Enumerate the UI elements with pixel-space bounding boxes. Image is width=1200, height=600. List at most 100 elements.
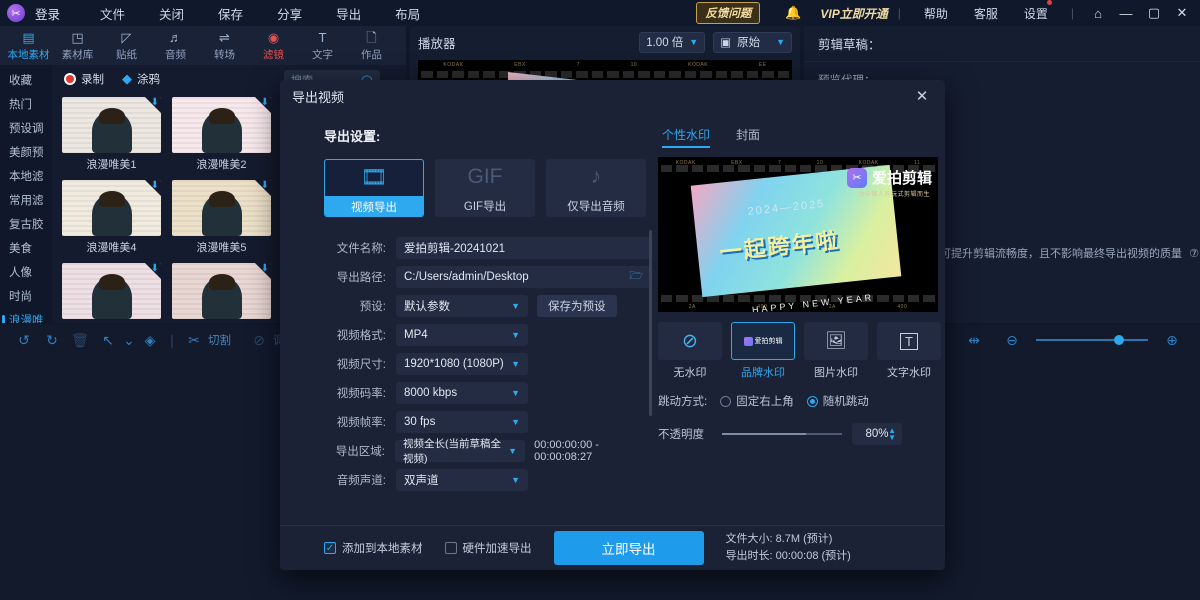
zoom-out-icon[interactable]: ⊖: [998, 332, 1026, 349]
watermark-image[interactable]: 🖼 图片水印: [804, 322, 868, 380]
video-framerate-select[interactable]: 30 fps ▼: [396, 411, 528, 433]
export-range-select[interactable]: 视频全长(当前草稿全视频) ▼: [395, 440, 525, 462]
tab-filter[interactable]: ◉ 滤镜: [249, 30, 298, 62]
watermark-none[interactable]: ⊘ 无水印: [658, 322, 722, 380]
help-link[interactable]: 帮助: [924, 5, 948, 22]
maximize-button[interactable]: ▢: [1140, 0, 1168, 26]
opacity-slider[interactable]: [722, 433, 842, 435]
speed-select[interactable]: 1.00 倍 ▼: [639, 32, 705, 53]
chevron-down-icon[interactable]: ⌄: [122, 332, 136, 349]
dialog-close-icon[interactable]: ✕: [911, 85, 933, 107]
login-button[interactable]: 登录: [35, 4, 60, 23]
radio-random-jump[interactable]: [807, 396, 818, 407]
filter-item[interactable]: ⬇: [62, 263, 161, 319]
speed-icon[interactable]: ⊘: [245, 332, 273, 349]
sidebar-item-fashion[interactable]: 时尚: [0, 285, 52, 309]
menu-item-export[interactable]: 导出: [336, 4, 361, 23]
tab-text[interactable]: T 文字: [298, 30, 347, 62]
filter-item[interactable]: ⬇ 浪漫唯美2: [172, 97, 271, 172]
video-size-select[interactable]: 1920*1080 (1080P) ▼: [396, 353, 528, 375]
export-now-button[interactable]: 立即导出: [554, 531, 704, 565]
menu-item-share[interactable]: 分享: [277, 4, 302, 23]
sidebar-item-hot[interactable]: 热门: [0, 93, 52, 117]
help-icon[interactable]: ⑦: [1189, 248, 1199, 260]
hw-accel-checkbox[interactable]: 硬件加速导出: [445, 540, 532, 556]
sidebar-item-beauty-preset[interactable]: 美颜预: [0, 141, 52, 165]
filter-item[interactable]: ⬇ 浪漫唯美5: [172, 180, 271, 255]
sidebar-item-portrait[interactable]: 人像: [0, 261, 52, 285]
sidebar-item-food[interactable]: 美食: [0, 237, 52, 261]
stepper-icon[interactable]: ▲▼: [888, 427, 896, 441]
menu-item-file[interactable]: 文件: [100, 4, 125, 23]
watermark-text[interactable]: T 文字水印: [877, 322, 941, 380]
filter-item[interactable]: ⬇: [172, 263, 271, 319]
dialog-scrollbar[interactable]: [649, 230, 652, 416]
sidebar-item-common-filter[interactable]: 常用滤: [0, 189, 52, 213]
tab-sticker[interactable]: ◸ 贴纸: [102, 30, 151, 62]
menu-item-layout[interactable]: 布局: [395, 4, 420, 23]
filename-input[interactable]: 爱拍剪辑-20241021: [396, 237, 651, 259]
tab-transition[interactable]: ⇌ 转场: [200, 30, 249, 62]
settings-link[interactable]: 设置: [1024, 5, 1048, 22]
expand-icon[interactable]: ⇹: [960, 332, 988, 349]
home-icon[interactable]: ⌂: [1084, 0, 1112, 26]
doodle-button[interactable]: ◆ 涂鸦: [122, 71, 160, 87]
save-preset-button[interactable]: 保存为预设: [537, 295, 617, 317]
close-button[interactable]: ✕: [1168, 0, 1196, 26]
tab-personal-watermark[interactable]: 个性水印: [662, 126, 710, 148]
download-icon[interactable]: ⬇: [261, 97, 269, 108]
download-icon[interactable]: ⬇: [261, 263, 269, 274]
tab-cover[interactable]: 封面: [736, 126, 760, 148]
sidebar-item-favorites[interactable]: 收藏: [0, 69, 52, 93]
sidebar-item-romantic[interactable]: 浪漫唯: [0, 309, 52, 323]
delete-icon[interactable]: 🗑: [66, 332, 94, 349]
export-path-input[interactable]: C:/Users/admin/Desktop 🗁: [396, 266, 651, 288]
format-video-export[interactable]: 🎞 视频导出: [324, 159, 424, 217]
zoom-slider[interactable]: [1036, 339, 1148, 341]
support-link[interactable]: 客服: [974, 5, 998, 22]
tab-works[interactable]: 🗋 作品: [347, 30, 396, 62]
motion-option-label[interactable]: 固定右上角: [736, 393, 794, 409]
marker-icon[interactable]: ◈: [136, 332, 164, 349]
split-label[interactable]: 切割: [208, 332, 231, 348]
redo-icon[interactable]: ↻: [38, 332, 66, 349]
tab-library[interactable]: ◳ 素材库: [53, 30, 102, 62]
opacity-value-input[interactable]: 80% ▲▼: [852, 423, 902, 445]
zoom-in-icon[interactable]: ⊕: [1158, 332, 1186, 349]
add-to-local-checkbox[interactable]: ✓ 添加到本地素材: [324, 540, 423, 556]
sidebar-item-preset-color[interactable]: 预设调: [0, 117, 52, 141]
menu-item-close[interactable]: 关闭: [159, 4, 184, 23]
minimize-button[interactable]: —: [1112, 0, 1140, 26]
watermark-brand[interactable]: 爱拍剪辑 品牌水印: [731, 322, 795, 380]
split-icon[interactable]: ✂: [180, 332, 208, 349]
quality-select[interactable]: ▣ 原始 ▼: [713, 32, 792, 53]
tab-local-media[interactable]: ▤ 本地素材: [4, 30, 53, 62]
zoom-slider-knob[interactable]: [1114, 335, 1124, 345]
format-audio-only[interactable]: ♪ 仅导出音频: [546, 159, 646, 217]
feedback-button[interactable]: 反馈问题: [696, 2, 760, 24]
audio-channel-select[interactable]: 双声道 ▼: [396, 469, 528, 491]
download-icon[interactable]: ⬇: [151, 97, 159, 108]
filter-item[interactable]: ⬇ 浪漫唯美4: [62, 180, 161, 255]
folder-browse-icon[interactable]: 🗁: [629, 267, 643, 286]
preset-select[interactable]: 默认参数 ▼: [396, 295, 528, 317]
notification-bell-icon[interactable]: 🔔: [782, 5, 804, 21]
download-icon[interactable]: ⬇: [151, 263, 159, 274]
download-icon[interactable]: ⬇: [261, 180, 269, 191]
motion-option-label[interactable]: 随机跳动: [823, 393, 869, 409]
sidebar-item-local-filter[interactable]: 本地滤: [0, 165, 52, 189]
record-button[interactable]: 录制: [64, 71, 104, 87]
sidebar-item-retro-film[interactable]: 复古胶: [0, 213, 52, 237]
video-format-select[interactable]: MP4 ▼: [396, 324, 528, 346]
opacity-slider-knob[interactable]: [722, 433, 806, 435]
menu-item-save[interactable]: 保存: [218, 4, 243, 23]
vip-button[interactable]: VIP立即开通: [820, 5, 887, 22]
radio-fixed-topright[interactable]: [720, 396, 731, 407]
cursor-icon[interactable]: ↖: [94, 332, 122, 349]
download-icon[interactable]: ⬇: [151, 180, 159, 191]
format-gif-export[interactable]: GIF GIF导出: [435, 159, 535, 217]
filter-item[interactable]: ⬇ 浪漫唯美1: [62, 97, 161, 172]
undo-icon[interactable]: ↺: [10, 332, 38, 349]
video-bitrate-select[interactable]: 8000 kbps ▼: [396, 382, 528, 404]
tab-audio[interactable]: ♬ 音频: [151, 30, 200, 62]
